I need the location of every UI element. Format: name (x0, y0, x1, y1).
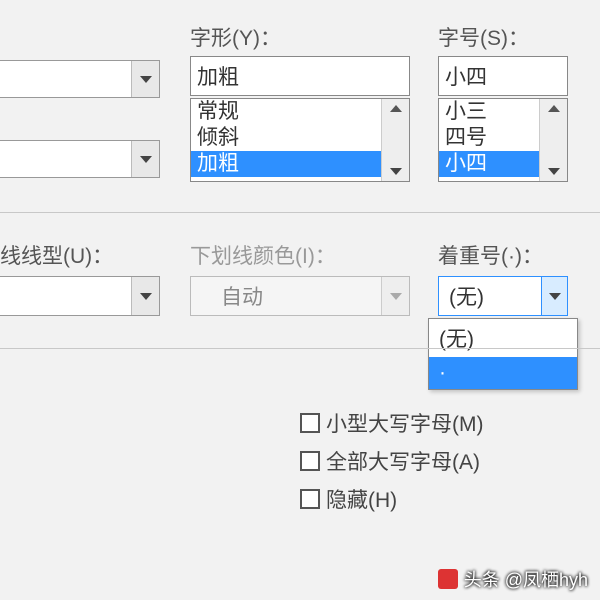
small-caps-checkbox[interactable]: 小型大写字母(M) (300, 408, 483, 438)
font-style-value: 加粗 (197, 66, 239, 89)
underline-type-label: 线线型(U)： (0, 240, 113, 270)
font-style-listbox[interactable]: 常规 倾斜 加粗 (190, 98, 410, 182)
checkbox-icon[interactable] (300, 451, 320, 471)
chevron-down-icon[interactable] (131, 61, 159, 97)
dropdown-option[interactable]: (无) (429, 319, 577, 357)
font-size-listbox[interactable]: 小三 四号 小四 (438, 98, 568, 182)
emphasis-value: (无) (449, 281, 484, 311)
font-size-input[interactable]: 小四 (438, 56, 568, 96)
dropdown-option[interactable]: · (429, 357, 577, 389)
font-style-label: 字形(Y)： (190, 22, 281, 52)
emphasis-label: 着重号(·)： (438, 240, 543, 270)
scrollbar[interactable] (381, 99, 409, 181)
checkbox-icon[interactable] (300, 413, 320, 433)
underline-type-combo[interactable]: ) (0, 276, 160, 316)
all-caps-checkbox[interactable]: 全部大写字母(A) (300, 446, 480, 476)
list-item[interactable]: 加粗 (191, 151, 409, 177)
checkbox-label: 全部大写字母(A) (326, 446, 480, 476)
divider (0, 212, 600, 213)
list-item[interactable]: 常规 (191, 99, 409, 125)
font-combo-partial-top[interactable] (0, 60, 160, 98)
font-style-input[interactable]: 加粗 (190, 56, 410, 96)
chevron-down-icon[interactable] (131, 277, 159, 315)
font-size-value: 小四 (445, 66, 487, 89)
chevron-up-icon (548, 105, 560, 112)
watermark-icon (438, 569, 458, 589)
underline-color-combo: 自动 (190, 276, 410, 316)
watermark-text: 头条 @凤栖hyh (464, 566, 588, 592)
list-item[interactable]: 倾斜 (191, 125, 409, 151)
chevron-down-icon (548, 168, 560, 175)
underline-color-label: 下划线颜色(I)： (190, 240, 336, 270)
hidden-checkbox[interactable]: 隐藏(H) (300, 484, 397, 514)
font-size-label: 字号(S)： (438, 22, 529, 52)
chevron-down-icon[interactable] (131, 141, 159, 177)
scrollbar[interactable] (539, 99, 567, 181)
chevron-down-icon[interactable] (541, 277, 567, 315)
chevron-down-icon (390, 168, 402, 175)
font-combo-partial-bottom[interactable] (0, 140, 160, 178)
checkbox-label: 小型大写字母(M) (326, 408, 483, 438)
emphasis-dropdown-menu[interactable]: (无) · (428, 318, 578, 390)
checkbox-icon[interactable] (300, 489, 320, 509)
watermark: 头条 @凤栖hyh (438, 566, 588, 592)
emphasis-combo[interactable]: (无) (438, 276, 568, 316)
checkbox-label: 隐藏(H) (326, 484, 397, 514)
divider (0, 348, 600, 349)
chevron-up-icon (390, 105, 402, 112)
chevron-down-icon (381, 277, 409, 315)
underline-color-value: 自动 (221, 281, 263, 311)
